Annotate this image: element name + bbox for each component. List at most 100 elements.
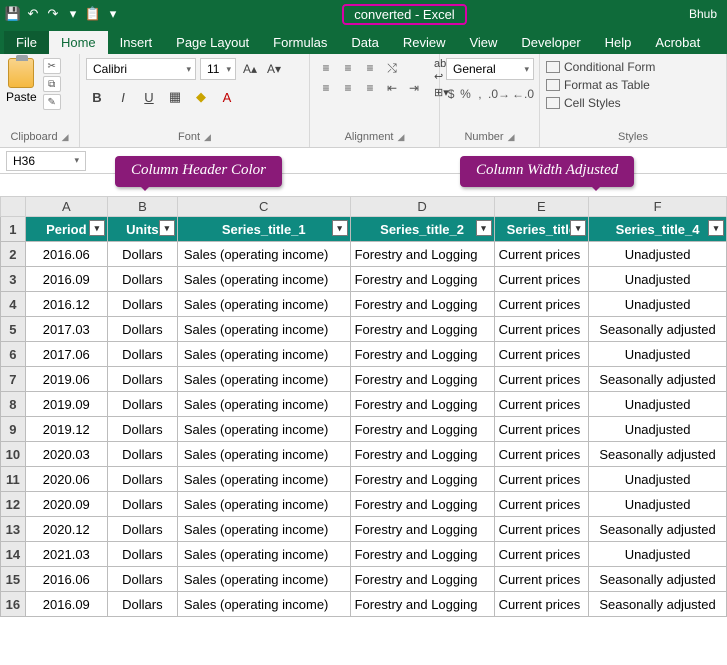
format-as-table-button[interactable]: Format as Table xyxy=(546,76,720,94)
name-box[interactable]: H36▾ xyxy=(6,151,86,171)
row-header[interactable]: 4 xyxy=(1,292,26,317)
filter-dropdown-icon[interactable]: ▾ xyxy=(708,220,724,236)
tab-file[interactable]: File xyxy=(4,31,49,54)
cell-series1[interactable]: Sales (operating income) xyxy=(177,542,350,567)
cell-series4[interactable]: Unadjusted xyxy=(589,467,727,492)
tab-developer[interactable]: Developer xyxy=(509,31,592,54)
cell-period[interactable]: 2019.12 xyxy=(25,417,107,442)
cell-period[interactable]: 2017.06 xyxy=(25,342,107,367)
clipboard-qat-icon[interactable]: 📋 xyxy=(86,7,100,21)
align-left-icon[interactable]: ≡ xyxy=(316,78,336,98)
cell-series1[interactable]: Sales (operating income) xyxy=(177,517,350,542)
bold-button[interactable]: B xyxy=(86,86,108,108)
cell-series3[interactable]: Current prices xyxy=(494,367,589,392)
row-header[interactable]: 13 xyxy=(1,517,26,542)
cell-units[interactable]: Dollars xyxy=(107,467,177,492)
col-header-c[interactable]: C xyxy=(177,197,350,217)
header-series2[interactable]: Series_title_2▾ xyxy=(350,217,494,242)
comma-icon[interactable]: , xyxy=(475,84,485,104)
tab-formulas[interactable]: Formulas xyxy=(261,31,339,54)
orientation-icon[interactable]: ⤭ xyxy=(382,58,402,78)
cell-series4[interactable]: Seasonally adjusted xyxy=(589,367,727,392)
header-series1[interactable]: Series_title_1▾ xyxy=(177,217,350,242)
cell-series4[interactable]: Unadjusted xyxy=(589,342,727,367)
cell-series1[interactable]: Sales (operating income) xyxy=(177,417,350,442)
undo-icon[interactable]: ↶ xyxy=(26,7,40,21)
cell-period[interactable]: 2016.06 xyxy=(25,567,107,592)
increase-font-icon[interactable]: A▴ xyxy=(240,58,260,80)
row-header[interactable]: 15 xyxy=(1,567,26,592)
cell-series2[interactable]: Forestry and Logging xyxy=(350,267,494,292)
increase-decimal-icon[interactable]: .0→ xyxy=(489,84,509,104)
cell-series2[interactable]: Forestry and Logging xyxy=(350,242,494,267)
row-header[interactable]: 7 xyxy=(1,367,26,392)
cell-period[interactable]: 2020.06 xyxy=(25,467,107,492)
cell-units[interactable]: Dollars xyxy=(107,367,177,392)
cell-series4[interactable]: Unadjusted xyxy=(589,267,727,292)
cell-styles-button[interactable]: Cell Styles xyxy=(546,94,720,112)
cell-series3[interactable]: Current prices xyxy=(494,442,589,467)
tab-page-layout[interactable]: Page Layout xyxy=(164,31,261,54)
cell-period[interactable]: 2016.09 xyxy=(25,267,107,292)
cell-series2[interactable]: Forestry and Logging xyxy=(350,517,494,542)
cell-series1[interactable]: Sales (operating income) xyxy=(177,392,350,417)
qat-more-icon[interactable]: ▾ xyxy=(66,7,80,21)
cell-units[interactable]: Dollars xyxy=(107,417,177,442)
cell-series1[interactable]: Sales (operating income) xyxy=(177,567,350,592)
cell-units[interactable]: Dollars xyxy=(107,442,177,467)
header-series4[interactable]: Series_title_4▾ xyxy=(589,217,727,242)
cell-period[interactable]: 2019.06 xyxy=(25,367,107,392)
currency-icon[interactable]: $ xyxy=(446,84,456,104)
number-dialog-launcher-icon[interactable]: ◢ xyxy=(508,132,515,143)
font-name-combo[interactable]: Calibri xyxy=(86,58,196,80)
tab-help[interactable]: Help xyxy=(593,31,644,54)
indent-decrease-icon[interactable]: ⇤ xyxy=(382,78,402,98)
cell-period[interactable]: 2020.03 xyxy=(25,442,107,467)
header-series3[interactable]: Series_title▾ xyxy=(494,217,589,242)
cell-units[interactable]: Dollars xyxy=(107,242,177,267)
paste-button[interactable]: Paste xyxy=(6,58,37,104)
clipboard-dialog-launcher-icon[interactable]: ◢ xyxy=(62,132,69,143)
cell-series3[interactable]: Current prices xyxy=(494,342,589,367)
row-header[interactable]: 8 xyxy=(1,392,26,417)
cell-series4[interactable]: Unadjusted xyxy=(589,292,727,317)
border-button[interactable]: ▦ xyxy=(164,86,186,108)
filter-dropdown-icon[interactable]: ▾ xyxy=(159,220,175,236)
col-header-e[interactable]: E xyxy=(494,197,589,217)
row-header[interactable]: 11 xyxy=(1,467,26,492)
header-period[interactable]: Period▾ xyxy=(25,217,107,242)
conditional-formatting-button[interactable]: Conditional Form xyxy=(546,58,720,76)
cell-series3[interactable]: Current prices xyxy=(494,492,589,517)
cell-units[interactable]: Dollars xyxy=(107,342,177,367)
cell-units[interactable]: Dollars xyxy=(107,392,177,417)
cell-units[interactable]: Dollars xyxy=(107,517,177,542)
font-size-combo[interactable]: 11 xyxy=(200,58,236,80)
cell-series4[interactable]: Unadjusted xyxy=(589,392,727,417)
cell-period[interactable]: 2016.09 xyxy=(25,592,107,617)
cell-series3[interactable]: Current prices xyxy=(494,417,589,442)
cell-series2[interactable]: Forestry and Logging xyxy=(350,392,494,417)
indent-increase-icon[interactable]: ⇥ xyxy=(404,78,424,98)
cell-series4[interactable]: Unadjusted xyxy=(589,417,727,442)
tab-acrobat[interactable]: Acrobat xyxy=(643,31,712,54)
filter-dropdown-icon[interactable]: ▾ xyxy=(570,220,586,236)
filter-dropdown-icon[interactable]: ▾ xyxy=(332,220,348,236)
fill-color-button[interactable]: ◆ xyxy=(190,86,212,108)
cell-series3[interactable]: Current prices xyxy=(494,542,589,567)
cell-series3[interactable]: Current prices xyxy=(494,267,589,292)
row-header[interactable]: 9 xyxy=(1,417,26,442)
cell-period[interactable]: 2020.09 xyxy=(25,492,107,517)
tab-insert[interactable]: Insert xyxy=(108,31,165,54)
cell-series2[interactable]: Forestry and Logging xyxy=(350,292,494,317)
save-icon[interactable]: 💾 xyxy=(6,7,20,21)
cell-series4[interactable]: Unadjusted xyxy=(589,542,727,567)
cell-series3[interactable]: Current prices xyxy=(494,392,589,417)
cell-units[interactable]: Dollars xyxy=(107,567,177,592)
cell-units[interactable]: Dollars xyxy=(107,292,177,317)
filter-dropdown-icon[interactable]: ▾ xyxy=(89,220,105,236)
tab-data[interactable]: Data xyxy=(339,31,390,54)
cell-series1[interactable]: Sales (operating income) xyxy=(177,367,350,392)
cell-series1[interactable]: Sales (operating income) xyxy=(177,317,350,342)
format-painter-button[interactable]: ✎ xyxy=(43,94,61,110)
col-header-f[interactable]: F xyxy=(589,197,727,217)
